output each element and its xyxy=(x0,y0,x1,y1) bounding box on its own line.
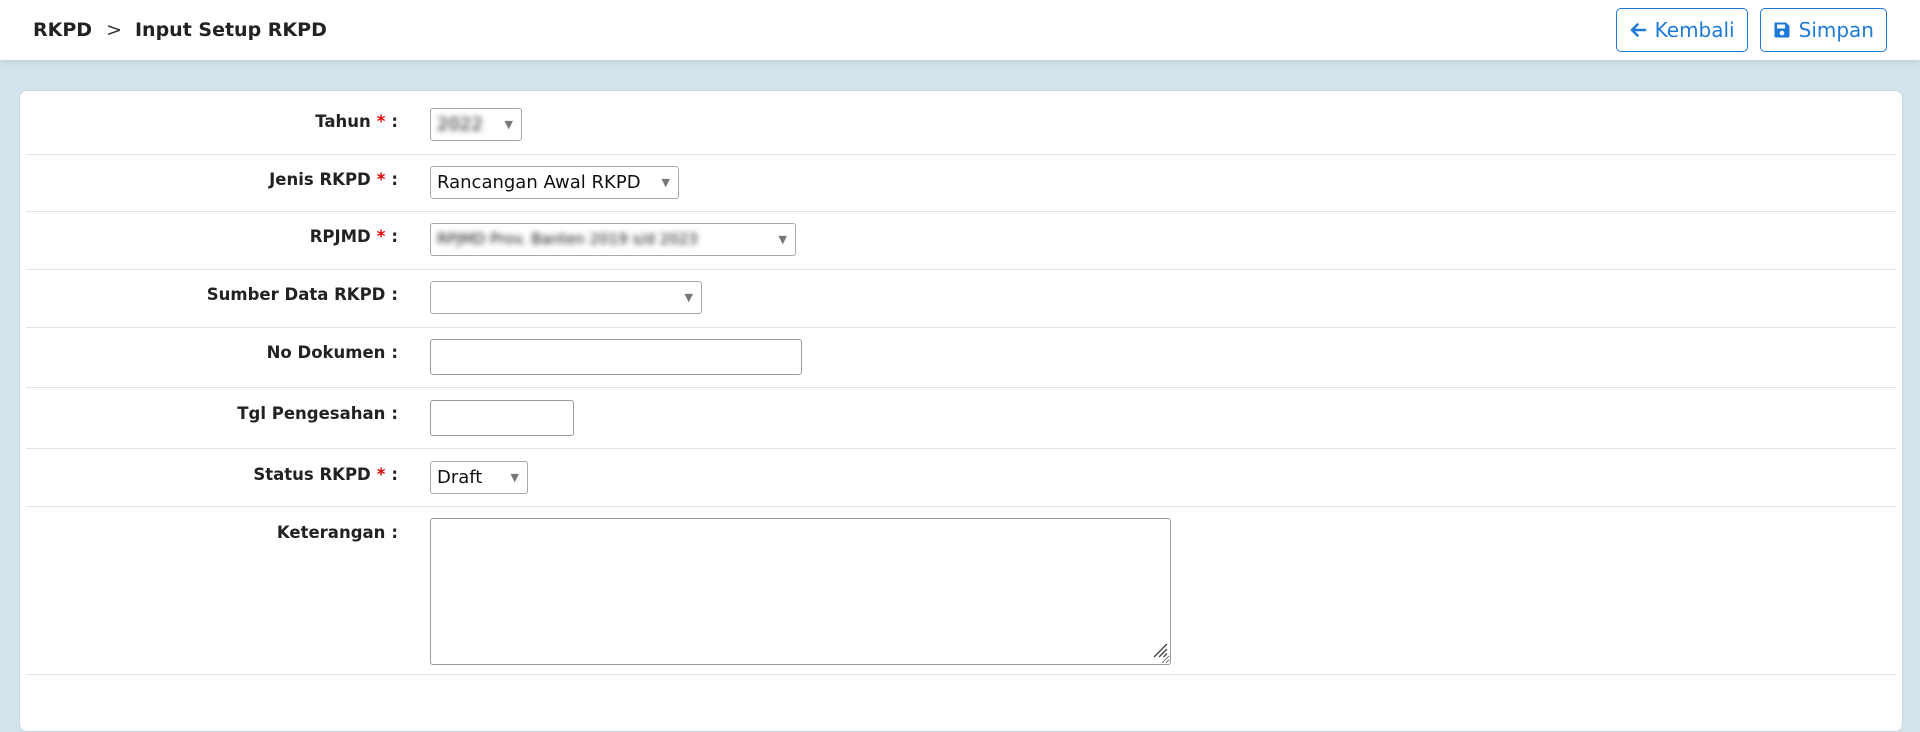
toolbar-actions: Kembali Simpan xyxy=(1615,8,1887,52)
back-button-label: Kembali xyxy=(1654,18,1735,42)
arrow-left-icon xyxy=(1629,21,1647,39)
jenis-rkpd-select-value: Rancangan Awal RKPD xyxy=(437,172,641,193)
dropdown-caret-icon: ▼ xyxy=(661,176,670,189)
breadcrumb-separator: > xyxy=(106,19,122,41)
dropdown-caret-icon: ▼ xyxy=(684,291,693,304)
breadcrumb: RKPD > Input Setup RKPD xyxy=(33,0,327,60)
tahun-label: Tahun *: xyxy=(315,112,398,131)
required-marker: * xyxy=(376,170,386,189)
sumber-data-label: Sumber Data RKPD: xyxy=(206,285,398,304)
required-marker: * xyxy=(376,465,386,484)
keterangan-label: Keterangan: xyxy=(276,523,398,542)
required-marker: * xyxy=(376,112,386,131)
required-marker: * xyxy=(376,227,386,246)
status-rkpd-select-value: Draft xyxy=(437,467,483,488)
form-row-no-dokumen: No Dokumen: xyxy=(26,327,1896,388)
breadcrumb-root[interactable]: RKPD xyxy=(33,19,92,41)
form-row-sumber-data: Sumber Data RKPD: ▼ xyxy=(26,269,1896,328)
dropdown-caret-icon: ▼ xyxy=(510,471,519,484)
tgl-pengesahan-input[interactable] xyxy=(430,400,574,436)
form-card: Tahun *: 2022 ▼ Jenis RKPD *: Rancangan Aw… xyxy=(19,90,1903,732)
tahun-select[interactable]: 2022 ▼ xyxy=(430,108,522,141)
back-button[interactable]: Kembali xyxy=(1615,8,1748,52)
no-dokumen-input[interactable] xyxy=(430,339,802,375)
form-row-tahun: Tahun *: 2022 ▼ xyxy=(26,91,1896,155)
save-button-label: Simpan xyxy=(1798,18,1874,42)
dropdown-caret-icon: ▼ xyxy=(504,118,513,131)
save-button[interactable]: Simpan xyxy=(1759,8,1887,52)
top-bar: RKPD > Input Setup RKPD Kembali Simpan xyxy=(0,0,1920,60)
keterangan-field xyxy=(430,518,1171,665)
form-row-keterangan: Keterangan: xyxy=(26,506,1896,675)
dropdown-caret-icon: ▼ xyxy=(778,233,787,246)
rpjmd-label: RPJMD *: xyxy=(309,227,398,246)
tgl-pengesahan-label: Tgl Pengesahan: xyxy=(237,404,398,423)
resize-grip-icon[interactable] xyxy=(1148,638,1168,662)
tahun-select-value: 2022 xyxy=(437,114,483,135)
form-row-status-rkpd: Status RKPD *: Draft ▼ xyxy=(26,448,1896,507)
rpjmd-select-value: RPJMD Prov. Banten 2019 s/d 2023 xyxy=(437,230,698,248)
jenis-rkpd-select[interactable]: Rancangan Awal RKPD ▼ xyxy=(430,166,679,199)
form-row-tgl-pengesahan: Tgl Pengesahan: xyxy=(26,387,1896,449)
keterangan-textarea[interactable] xyxy=(430,518,1171,665)
status-rkpd-select[interactable]: Draft ▼ xyxy=(430,461,528,494)
no-dokumen-label: No Dokumen: xyxy=(266,343,398,362)
page-title: Input Setup RKPD xyxy=(134,19,327,41)
form-row-jenis-rkpd: Jenis RKPD *: Rancangan Awal RKPD ▼ xyxy=(26,154,1896,212)
floppy-disk-icon xyxy=(1773,21,1791,39)
rpjmd-select[interactable]: RPJMD Prov. Banten 2019 s/d 2023 ▼ xyxy=(430,223,796,256)
sumber-data-select[interactable]: ▼ xyxy=(430,281,702,314)
jenis-rkpd-label: Jenis RKPD *: xyxy=(269,170,398,189)
form-row-rpjmd: RPJMD *: RPJMD Prov. Banten 2019 s/d 2023… xyxy=(26,211,1896,270)
status-rkpd-label: Status RKPD *: xyxy=(253,465,398,484)
